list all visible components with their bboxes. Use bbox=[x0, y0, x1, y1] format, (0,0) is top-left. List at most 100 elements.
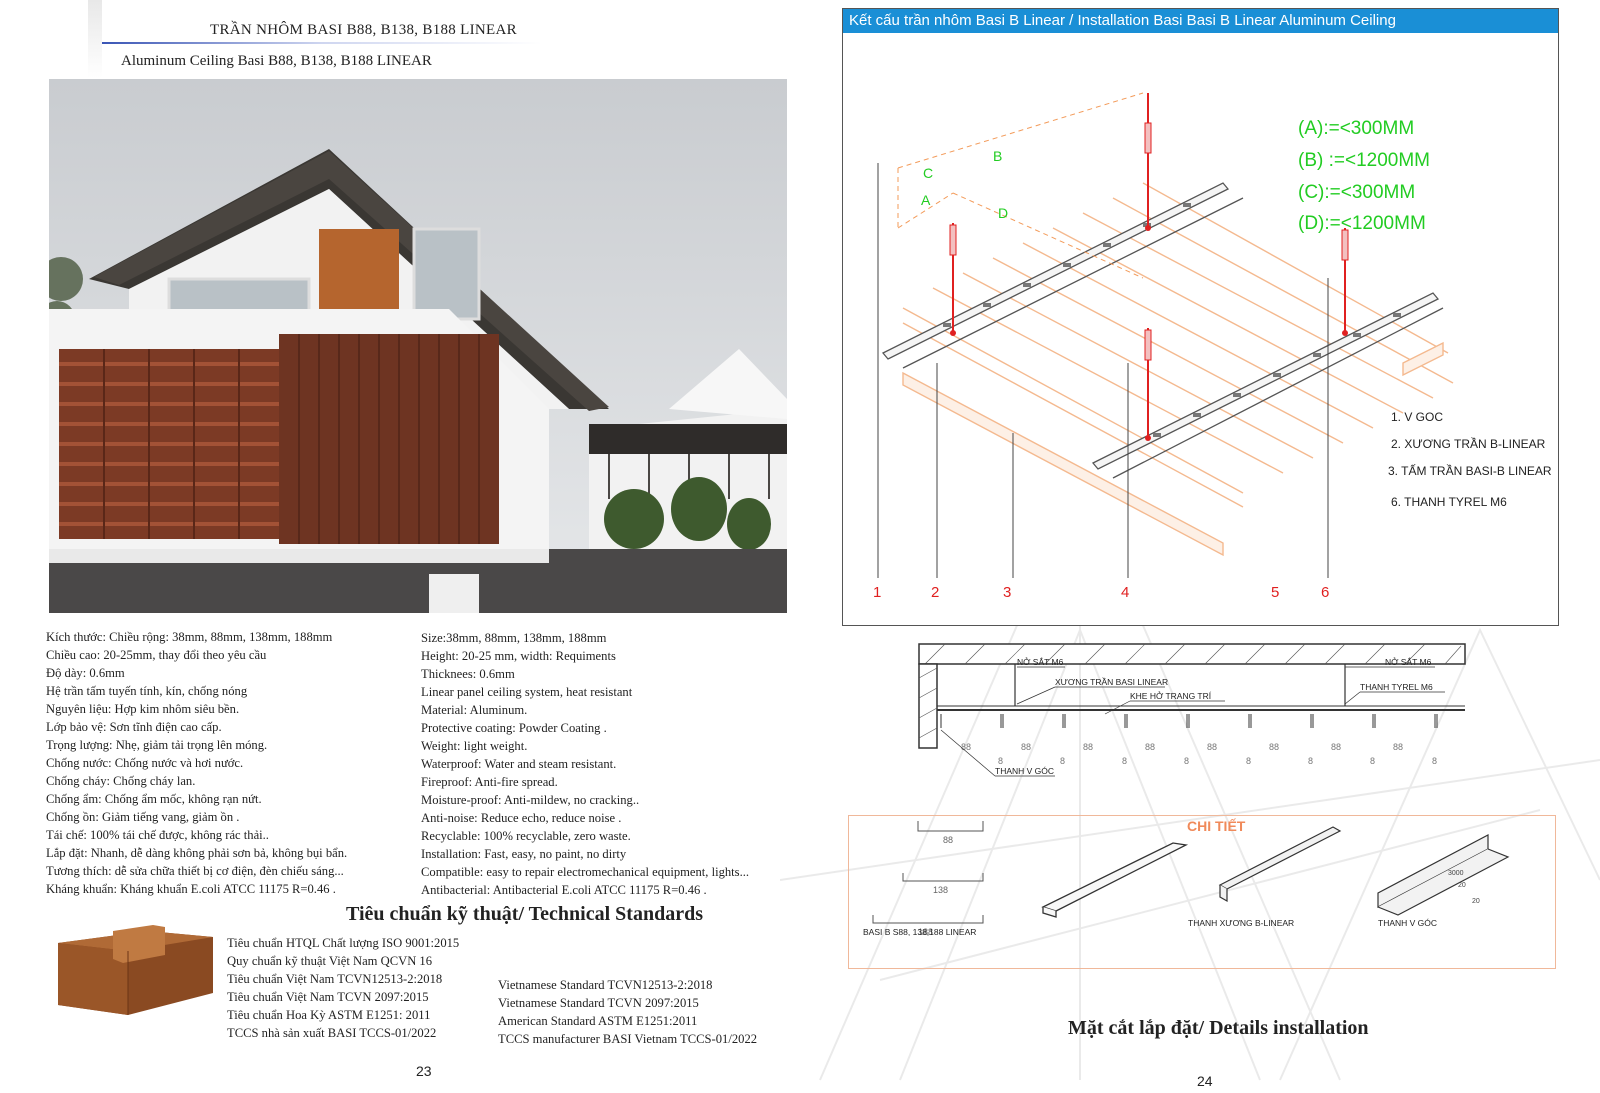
page-subtitle: Aluminum Ceiling Basi B88, B138, B188 LI… bbox=[121, 53, 432, 69]
specs-vietnamese: Kích thước: Chiều rộng: 38mm, 88mm, 138m… bbox=[46, 628, 347, 898]
specs-english: Size:38mm, 88mm, 138mm, 188mm Height: 20… bbox=[421, 629, 749, 899]
callout-number: 4 bbox=[1121, 584, 1129, 601]
spec-line: Thicknees: 0.6mm bbox=[421, 667, 515, 681]
page-title: TRẦN NHÔM BASI B88, B138, B188 LINEAR bbox=[210, 22, 517, 38]
gap-label: 8 bbox=[1432, 756, 1437, 766]
spec-line: Height: 20-25 mm, width: Requiments bbox=[421, 649, 616, 663]
spec-line: Nguyên liệu: Hợp kim nhôm siêu bền. bbox=[46, 702, 240, 716]
gap-label: 8 bbox=[998, 756, 1003, 766]
dim-label: 88 bbox=[961, 742, 971, 752]
detail-drawings: 88 138 188 BASI B S88, 138,188 LINEAR TH… bbox=[863, 821, 1510, 937]
gap-label: 8 bbox=[1060, 756, 1065, 766]
spec-line: Kích thước: Chiều rộng: 38mm, 88mm, 138m… bbox=[46, 630, 333, 644]
dimension-label: (C):=<300MM bbox=[1298, 182, 1415, 203]
spec-line: Material: Aluminum. bbox=[421, 703, 528, 717]
section-label: XƯƠNG TRẦN BASI LINEAR bbox=[1055, 677, 1168, 687]
spec-line: Trọng lượng: Nhẹ, giảm tải trọng lên món… bbox=[46, 738, 268, 752]
angle-dim: 3000 bbox=[1448, 870, 1464, 877]
diagram-header: Kết cấu trần nhôm Basi B Linear / Instal… bbox=[843, 9, 1558, 33]
dimension-label: (A):=<300MM bbox=[1298, 118, 1414, 139]
house-photo bbox=[49, 79, 787, 613]
dimension-label: (D):=<1200MM bbox=[1298, 213, 1426, 234]
standard-line: TCCS manufacturer BASI Vietnam TCCS-01/2… bbox=[498, 1032, 758, 1046]
standard-line: Vietnamese Standard TCVN12513-2:2018 bbox=[498, 978, 713, 992]
standard-line: TCCS nhà sản xuất BASI TCCS-01/2022 bbox=[227, 1026, 437, 1040]
spec-line: Lớp bảo vệ: Sơn tĩnh điện cao cấp. bbox=[46, 720, 222, 734]
spec-line: Tương thích: dễ sửa chữa thiết bị cơ điệ… bbox=[46, 864, 344, 878]
dim-label: 88 bbox=[1393, 742, 1403, 752]
angle-dim: 20 bbox=[1458, 882, 1466, 889]
page-number-left: 23 bbox=[416, 1063, 432, 1079]
legend-item: 6. THANH TYREL M6 bbox=[1391, 495, 1507, 509]
callout-number: 5 bbox=[1271, 584, 1279, 601]
dim-label: 88 bbox=[1331, 742, 1341, 752]
spec-line: Chống nước: Chống nước và hơi nước. bbox=[46, 756, 244, 770]
spec-line: Linear panel ceiling system, heat resist… bbox=[421, 685, 633, 699]
gap-label: 8 bbox=[1184, 756, 1189, 766]
legend-item: 2. XƯƠNG TRẦN B-LINEAR bbox=[1391, 436, 1546, 451]
spec-line: Lắp đặt: Nhanh, dễ dàng không phải sơn b… bbox=[46, 846, 348, 860]
axis-letter: B bbox=[993, 148, 1002, 164]
section-label: NỞ SẮT M6 bbox=[1017, 656, 1064, 667]
dim-label: 88 bbox=[1269, 742, 1279, 752]
profile-width: 138 bbox=[933, 885, 948, 895]
spec-line: Weight: light weight. bbox=[421, 739, 528, 753]
standards-heading: Tiêu chuẩn kỹ thuật/ Technical Standards bbox=[346, 903, 703, 925]
profile-width: 88 bbox=[943, 835, 953, 845]
standard-line: Tiêu chuẩn Việt Nam TCVN12513-2:2018 bbox=[227, 972, 443, 986]
legend-item: 3. TẤM TRẦN BASI-B LINEAR bbox=[1388, 463, 1552, 478]
header-stripe bbox=[88, 0, 102, 78]
dim-label: 88 bbox=[1083, 742, 1093, 752]
dim-label: 88 bbox=[1021, 742, 1031, 752]
spec-line: Moisture-proof: Anti-mildew, no cracking… bbox=[421, 793, 640, 807]
section-drawing: 88 88 88 88 88 88 88 88 8 8 8 8 8 8 8 8 … bbox=[918, 643, 1466, 777]
spec-line: Chống cháy: Chống cháy lan. bbox=[46, 774, 196, 788]
spec-line: Waterproof: Water and steam resistant. bbox=[421, 757, 617, 771]
section-label: THANH TYREL M6 bbox=[1360, 682, 1433, 692]
spec-line: Compatible: easy to repair electromechan… bbox=[421, 865, 750, 879]
spec-line: Chiều cao: 20-25mm, thay đổi theo yêu cầ… bbox=[46, 648, 267, 662]
gap-label: 8 bbox=[1308, 756, 1313, 766]
spec-line: Protective coating: Powder Coating . bbox=[421, 721, 607, 735]
spec-line: Chống ồn: Giảm tiếng vang, giảm ồn . bbox=[46, 810, 240, 824]
section-label: NỞ SẮT M6 bbox=[1385, 656, 1432, 667]
standard-line: American Standard ASTM E1251:2011 bbox=[498, 1014, 698, 1028]
gap-label: 8 bbox=[1370, 756, 1375, 766]
header-rule bbox=[102, 42, 542, 44]
detail-caption: BASI B S88, 138,188 LINEAR bbox=[863, 927, 976, 937]
callout-number: 1 bbox=[873, 584, 881, 601]
dim-label: 88 bbox=[1207, 742, 1217, 752]
installation-caption: Mặt cắt lắp đặt/ Details installation bbox=[1068, 1017, 1369, 1039]
legend-item: 1. V GOC bbox=[1391, 410, 1443, 424]
standard-line: Tiêu chuẩn Hoa Kỳ ASTM E1251: 2011 bbox=[227, 1008, 431, 1022]
dimension-label: (B) :=<1200MM bbox=[1298, 150, 1430, 171]
spec-line: Size:38mm, 88mm, 138mm, 188mm bbox=[421, 631, 607, 645]
spec-line: Tái chế: 100% tái chế được, không rác th… bbox=[46, 828, 269, 842]
callout-number: 6 bbox=[1321, 584, 1329, 601]
spec-line: Hệ trần tấm tuyến tính, kín, chống nóng bbox=[46, 684, 248, 698]
standards-english: Vietnamese Standard TCVN12513-2:2018 Vie… bbox=[498, 976, 757, 1048]
dim-label: 88 bbox=[1145, 742, 1155, 752]
standards-vietnamese: Tiêu chuẩn HTQL Chất lượng ISO 9001:2015… bbox=[227, 934, 459, 1042]
spec-line: Fireproof: Anti-fire spread. bbox=[421, 775, 558, 789]
standard-line: Quy chuẩn kỹ thuật Việt Nam QCVN 16 bbox=[227, 954, 433, 968]
page-number-right: 24 bbox=[1197, 1073, 1213, 1089]
axis-letter: D bbox=[998, 205, 1008, 221]
detail-caption: THANH V GÓC bbox=[1378, 918, 1437, 928]
spec-line: Anti-noise: Reduce echo, reduce noise . bbox=[421, 811, 622, 825]
standard-line: Tiêu chuẩn Việt Nam TCVN 2097:2015 bbox=[227, 990, 429, 1004]
spec-line: Recyclable: 100% recyclable, zero waste. bbox=[421, 829, 631, 843]
gap-label: 8 bbox=[1122, 756, 1127, 766]
section-label: KHE HỞ TRANG TRÍ bbox=[1130, 690, 1212, 701]
spec-line: Kháng khuẩn: Kháng khuẩn E.coli ATCC 111… bbox=[46, 882, 336, 896]
spec-line: Chống ẩm: Chống ẩm mốc, không rạn nứt. bbox=[46, 792, 262, 806]
standard-line: Vietnamese Standard TCVN 2097:2015 bbox=[498, 996, 699, 1010]
callout-number: 3 bbox=[1003, 584, 1011, 601]
installation-diagram-panel: Kết cấu trần nhôm Basi B Linear / Instal… bbox=[842, 8, 1559, 626]
callout-number: 2 bbox=[931, 584, 939, 601]
section-label: THANH V GÓC bbox=[995, 766, 1054, 776]
standard-line: Tiêu chuẩn HTQL Chất lượng ISO 9001:2015 bbox=[227, 936, 460, 950]
spec-line: Antibacterial: Antibacterial E.coli ATCC… bbox=[421, 883, 707, 897]
axis-letter: C bbox=[923, 165, 933, 181]
detail-caption: THANH XƯƠNG B-LINEAR bbox=[1188, 918, 1294, 928]
